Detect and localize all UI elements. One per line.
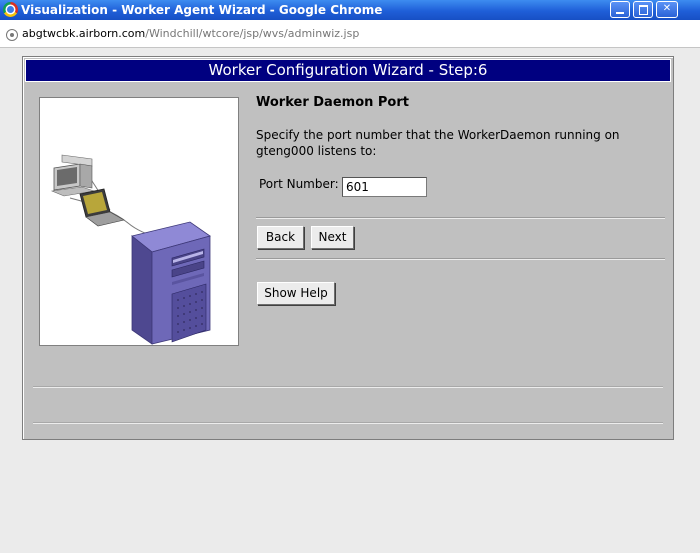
- minimize-button[interactable]: [610, 1, 630, 18]
- wizard-title: Worker Configuration Wizard - Step:6: [208, 61, 488, 79]
- back-button[interactable]: Back: [257, 226, 304, 249]
- close-button[interactable]: ✕: [656, 1, 678, 18]
- port-number-label: Port Number:: [259, 177, 339, 191]
- maximize-button[interactable]: [633, 1, 653, 18]
- minimize-icon: [616, 12, 624, 14]
- window-titlebar: Visualization - Worker Agent Wizard - Go…: [0, 0, 700, 20]
- url-host: abgtwcbk.airborn.com: [22, 27, 146, 40]
- section-title: Worker Daemon Port: [256, 95, 409, 110]
- maximize-icon: [639, 5, 648, 15]
- url-text[interactable]: abgtwcbk.airborn.com/Windchill/wtcore/js…: [22, 27, 359, 41]
- wizard-panel: Worker Configuration Wizard - Step:6 Wor…: [22, 56, 674, 440]
- divider-bottom-2: [33, 422, 663, 424]
- divider-bottom-1: [33, 386, 663, 388]
- network-illustration: [50, 154, 211, 345]
- close-icon: ✕: [662, 3, 672, 14]
- laptop-icon: [79, 188, 125, 227]
- description-text: Specify the port number that the WorkerD…: [256, 128, 620, 158]
- next-button[interactable]: Next: [311, 226, 354, 249]
- wizard-illustration: [39, 97, 239, 346]
- desktop-computer-icon: [50, 154, 95, 197]
- page-content: Worker Configuration Wizard - Step:6 Wor…: [0, 48, 700, 553]
- url-path: /Windchill/wtcore/jsp/wvs/adminwiz.jsp: [145, 27, 360, 40]
- divider-middle: [256, 258, 665, 260]
- port-number-input[interactable]: [342, 177, 427, 197]
- page-icon: [6, 29, 18, 41]
- window-title: Visualization - Worker Agent Wizard - Go…: [21, 3, 383, 17]
- show-help-button[interactable]: Show Help: [257, 282, 335, 305]
- address-bar[interactable]: abgtwcbk.airborn.com/Windchill/wtcore/js…: [0, 20, 700, 48]
- chrome-logo-icon: [3, 2, 18, 17]
- wizard-header: Worker Configuration Wizard - Step:6: [25, 59, 671, 82]
- server-tower-icon: [131, 221, 211, 345]
- divider-top: [256, 217, 665, 219]
